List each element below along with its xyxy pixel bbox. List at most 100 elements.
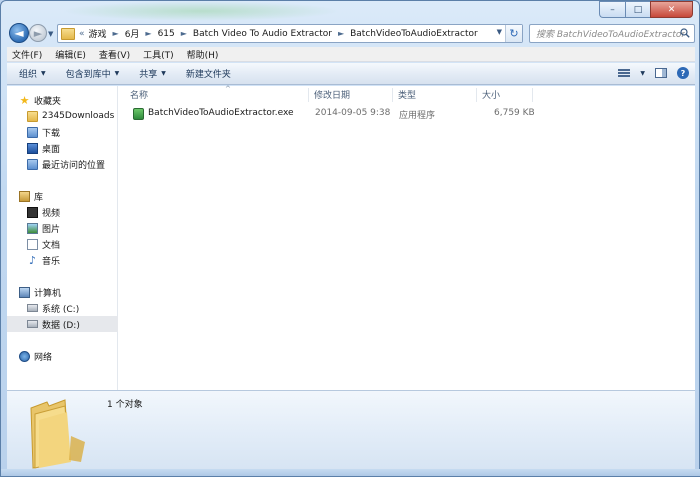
nav-item-pictures[interactable]: 图片 [7, 220, 118, 236]
sort-ascending-icon: ^ [225, 85, 231, 93]
search-icon[interactable] [680, 28, 690, 38]
computer-icon [19, 286, 30, 298]
nav-item-label: 2345Downloads [42, 111, 115, 121]
help-icon[interactable]: ? [677, 67, 689, 79]
menu-bar: 文件(F) 编辑(E) 查看(V) 工具(T) 帮助(H) [7, 47, 695, 62]
video-library-icon [27, 206, 38, 218]
include-in-library-button[interactable]: 包含到库中 ▼ [66, 67, 120, 80]
menu-file[interactable]: 文件(F) [12, 48, 42, 61]
close-button[interactable]: ✕ [650, 1, 693, 18]
view-options-dropdown-icon[interactable]: ▼ [640, 70, 645, 77]
nav-item-label: 数据 (D:) [42, 320, 80, 331]
nav-item-label: 图片 [42, 224, 61, 235]
column-header-type[interactable]: 类型 [393, 88, 477, 102]
nav-computer[interactable]: 计算机 [7, 284, 118, 300]
folder-icon [61, 27, 75, 40]
forward-button[interactable]: ► [29, 24, 47, 42]
folder-icon [30, 399, 85, 469]
nav-item-drive-c[interactable]: 系统 (C:) [7, 300, 118, 316]
organize-button[interactable]: 组织 ▼ [19, 67, 46, 80]
breadcrumb-item[interactable]: 游戏 [89, 27, 107, 40]
caption-glow [61, 1, 341, 21]
menu-edit[interactable]: 编辑(E) [55, 48, 86, 61]
nav-item-recent-places[interactable]: 最近访问的位置 [7, 156, 118, 172]
command-bar: 组织 ▼ 包含到库中 ▼ 共享 ▼ 新建文件夹 ▼ ? [7, 63, 695, 85]
column-header-size-label: 大小 [482, 91, 501, 101]
share-button[interactable]: 共享 ▼ [139, 67, 166, 80]
picture-library-icon [27, 222, 38, 234]
document-library-icon [27, 238, 38, 250]
column-header-modified[interactable]: 修改日期 [309, 88, 393, 102]
breadcrumb-item[interactable]: Batch Video To Audio Extractor [193, 29, 332, 39]
breadcrumb-separator-icon[interactable]: ► [181, 29, 187, 38]
breadcrumb-item[interactable]: BatchVideoToAudioExtractor [350, 29, 478, 39]
nav-item-music[interactable]: ♪ 音乐 [7, 252, 118, 268]
nav-network[interactable]: 网络 [7, 348, 118, 364]
application-icon [133, 108, 144, 120]
nav-item-label: 文档 [42, 240, 61, 251]
window-controls: – □ ✕ [599, 1, 693, 18]
nav-computer-label: 计算机 [34, 288, 62, 299]
column-header-size[interactable]: 大小 [477, 88, 533, 102]
main-content: ★ 收藏夹 2345Downloads 下载 桌面 最近访问的位置 库 视频 图… [7, 85, 695, 390]
nav-item-downloads[interactable]: 下载 [7, 124, 118, 140]
breadcrumb-separator-icon[interactable]: ► [145, 29, 151, 38]
column-header-name[interactable]: ^ 名称 [125, 85, 309, 102]
navigation-bar: ◄ ► ▼ « 游戏 ► 6月 ► 615 ► Batch Video To A… [7, 23, 695, 45]
share-label: 共享 [139, 70, 158, 80]
nav-item-desktop[interactable]: 桌面 [7, 140, 118, 156]
nav-item-label: 最近访问的位置 [42, 160, 106, 171]
refresh-button[interactable]: ↻ [505, 25, 522, 42]
chevron-down-icon: ▼ [161, 70, 166, 77]
breadcrumb-item[interactable]: 6月 [125, 27, 140, 40]
nav-item-2345downloads[interactable]: 2345Downloads [7, 108, 118, 124]
file-size: 6,759 KB [494, 108, 535, 118]
address-dropdown-icon[interactable]: ▼ [497, 28, 502, 36]
menu-view[interactable]: 查看(V) [99, 48, 130, 61]
file-name: BatchVideoToAudioExtractor.exe [148, 108, 294, 118]
search-box[interactable]: 搜索 BatchVideoToAudioExtractor [529, 24, 695, 43]
new-folder-label: 新建文件夹 [185, 70, 231, 80]
new-folder-button[interactable]: 新建文件夹 [186, 67, 231, 80]
nav-favorites[interactable]: ★ 收藏夹 [7, 92, 118, 108]
address-bar[interactable]: « 游戏 ► 6月 ► 615 ► Batch Video To Audio E… [57, 24, 523, 43]
nav-libraries[interactable]: 库 [7, 188, 118, 204]
navigation-pane: ★ 收藏夹 2345Downloads 下载 桌面 最近访问的位置 库 视频 图… [7, 86, 118, 390]
nav-libraries-label: 库 [34, 192, 44, 203]
nav-item-documents[interactable]: 文档 [7, 236, 118, 252]
nav-item-videos[interactable]: 视频 [7, 204, 118, 220]
column-header-modified-label: 修改日期 [314, 91, 351, 101]
chevron-down-icon: ▼ [114, 70, 120, 77]
file-modified: 2014-09-05 9:38 [315, 108, 391, 118]
nav-item-label: 音乐 [42, 256, 61, 267]
nav-item-label: 下载 [42, 128, 61, 139]
recent-pages-dropdown-icon[interactable]: ▼ [48, 30, 56, 38]
menu-tools[interactable]: 工具(T) [143, 48, 174, 61]
window-bottom-border [1, 469, 700, 476]
menu-help[interactable]: 帮助(H) [187, 48, 219, 61]
nav-item-label: 系统 (C:) [42, 304, 80, 315]
search-placeholder: 搜索 BatchVideoToAudioExtractor [536, 30, 686, 40]
breadcrumb-separator-icon[interactable]: ► [113, 29, 119, 38]
preview-pane-icon[interactable] [655, 68, 667, 78]
maximize-button[interactable]: □ [625, 1, 650, 18]
breadcrumb-separator-icon[interactable]: ► [338, 29, 344, 38]
folder-icon [27, 110, 38, 122]
chevron-down-icon: ▼ [41, 70, 46, 77]
back-button[interactable]: ◄ [9, 23, 29, 43]
breadcrumb-overflow[interactable]: « [79, 29, 85, 39]
nav-item-drive-d[interactable]: 数据 (D:) [7, 316, 118, 332]
nav-item-label: 桌面 [42, 144, 61, 155]
downloads-folder-icon [27, 126, 38, 138]
details-pane: 1 个对象 [7, 390, 695, 471]
table-row[interactable]: BatchVideoToAudioExtractor.exe 2014-09-0… [119, 108, 695, 122]
nav-network-label: 网络 [34, 352, 53, 363]
star-icon: ★ [19, 93, 30, 107]
file-list: ^ 名称 修改日期 类型 大小 BatchVideoToAudioExtract… [119, 85, 695, 390]
library-icon [19, 190, 30, 202]
desktop-icon [27, 142, 38, 154]
breadcrumb-item[interactable]: 615 [158, 29, 175, 39]
item-count: 1 个对象 [107, 400, 143, 410]
change-view-icon[interactable] [618, 68, 631, 78]
minimize-button[interactable]: – [599, 1, 625, 18]
